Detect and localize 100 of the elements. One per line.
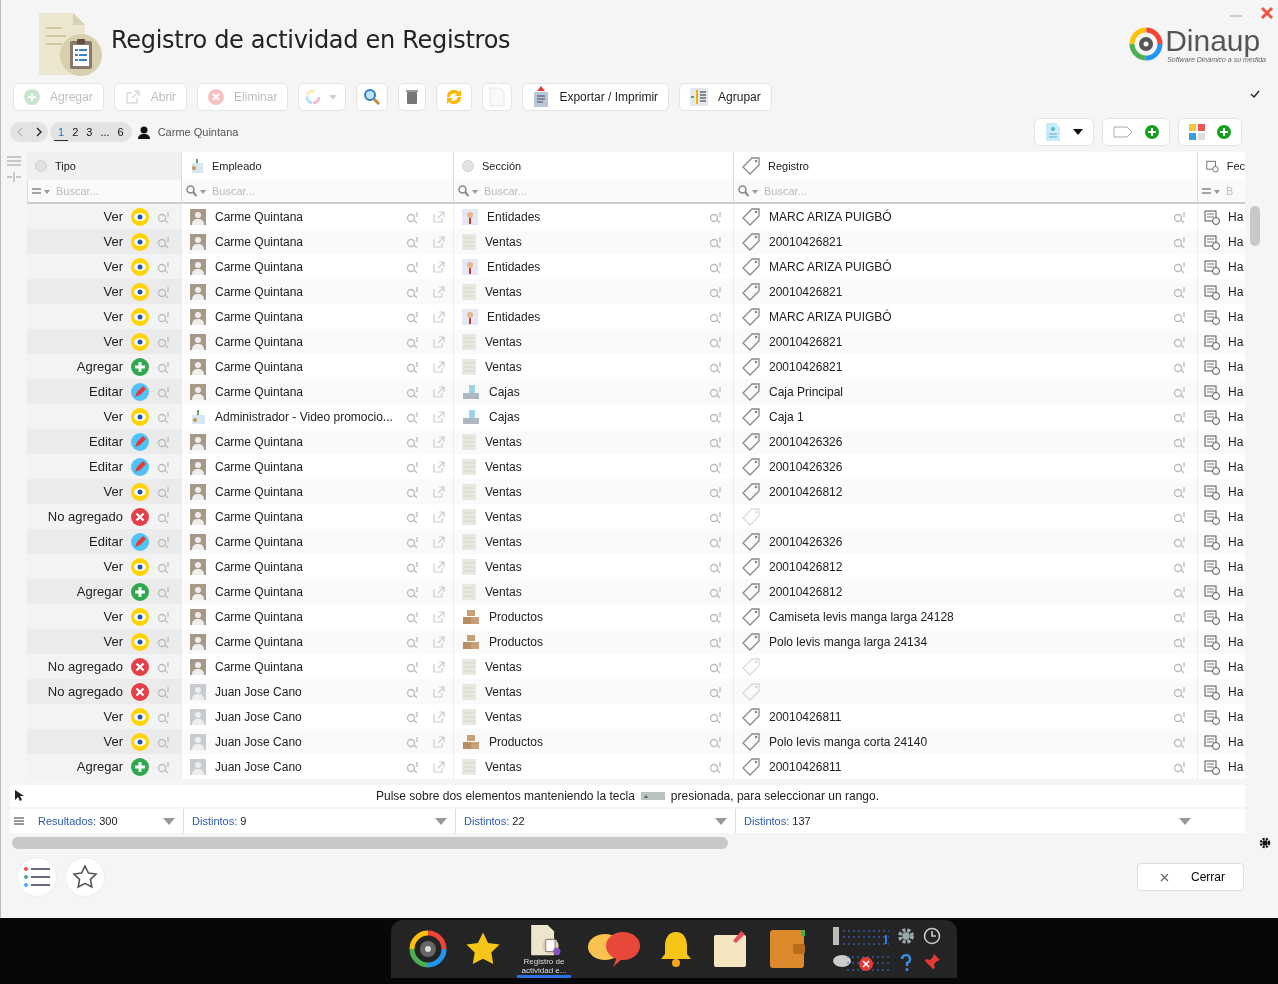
lookup-icon[interactable] [157,209,171,224]
lookup-icon[interactable] [709,334,723,349]
previous-icon[interactable] [15,127,24,137]
lookup-icon[interactable] [406,634,420,649]
lookup-icon[interactable] [709,709,723,724]
lookup-icon[interactable] [709,609,723,624]
settings-icon[interactable] [897,927,915,945]
filter-field[interactable]: Buscar... [56,182,181,200]
lookup-icon[interactable] [709,284,723,299]
column-filter[interactable]: B [1197,180,1245,204]
lookup-icon[interactable] [1173,734,1187,749]
lookup-icon[interactable] [709,484,723,499]
page-link[interactable]: ... [96,123,114,141]
minimize-icon[interactable] [1230,14,1242,18]
open-icon[interactable] [433,385,445,398]
lookup-icon[interactable] [157,234,171,249]
lookup-icon[interactable] [406,434,420,449]
lookup-icon[interactable] [1173,459,1187,474]
lookup-icon[interactable] [1173,659,1187,674]
open-icon[interactable] [433,235,445,248]
lookup-icon[interactable] [406,259,420,274]
clock-icon[interactable] [923,927,941,945]
lookup-icon[interactable] [157,309,171,324]
lookup-icon[interactable] [157,634,171,649]
lookup-icon[interactable] [1173,309,1187,324]
lookup-icon[interactable] [1173,384,1187,399]
lookup-icon[interactable] [406,509,420,524]
search-filter-icon[interactable] [458,185,478,197]
open-icon[interactable] [433,560,445,573]
lookup-icon[interactable] [157,534,171,549]
scrollbar-thumb[interactable] [1250,206,1260,246]
open-icon[interactable] [433,510,445,523]
open-icon[interactable] [433,685,445,698]
lookup-icon[interactable] [709,634,723,649]
list-icon[interactable] [14,817,24,825]
open-icon[interactable] [433,410,445,423]
lookup-icon[interactable] [406,734,420,749]
lookup-icon[interactable] [1173,559,1187,574]
lookup-icon[interactable] [709,309,723,324]
lookup-icon[interactable] [1173,684,1187,699]
lookup-icon[interactable] [157,709,171,724]
lookup-icon[interactable] [157,484,171,499]
lookup-icon[interactable] [1173,509,1187,524]
lookup-icon[interactable] [157,759,171,774]
lookup-icon[interactable] [1173,634,1187,649]
lookup-icon[interactable] [157,609,171,624]
lookup-icon[interactable] [157,459,171,474]
column-header[interactable]: Sección [482,160,522,172]
lookup-icon[interactable] [406,759,420,774]
lookup-icon[interactable] [157,659,171,674]
lookup-icon[interactable] [157,259,171,274]
lookup-icon[interactable] [1173,259,1187,274]
dropdown-icon[interactable] [163,817,175,825]
open-icon[interactable] [433,585,445,598]
lookup-icon[interactable] [157,559,171,574]
lookup-icon[interactable] [157,334,171,349]
lookup-icon[interactable] [1173,284,1187,299]
open-icon[interactable] [433,710,445,723]
lookup-icon[interactable] [709,509,723,524]
open-icon[interactable] [433,660,445,673]
rows-icon[interactable] [7,156,21,166]
lookup-icon[interactable] [709,259,723,274]
lookup-icon[interactable] [406,709,420,724]
close-icon[interactable] [1260,6,1274,20]
column-filter[interactable]: Buscar... [181,180,453,204]
lookup-icon[interactable] [157,384,171,399]
lookup-icon[interactable] [157,684,171,699]
equals-filter-icon[interactable] [32,187,50,195]
lookup-icon[interactable] [709,209,723,224]
favorite-button[interactable] [65,857,105,897]
scrollbar-thumb[interactable] [12,837,728,849]
column-header[interactable]: Empleado [212,160,262,172]
dropdown-icon[interactable] [1179,817,1191,825]
lookup-icon[interactable] [1173,584,1187,599]
lookup-icon[interactable] [1173,609,1187,624]
equals-filter-icon[interactable] [1202,187,1220,195]
lookup-icon[interactable] [157,734,171,749]
lookup-icon[interactable] [1173,709,1187,724]
settings-icon[interactable] [1259,837,1271,849]
lookup-icon[interactable] [406,359,420,374]
lookup-icon[interactable] [406,309,420,324]
lookup-icon[interactable] [406,209,420,224]
column-header[interactable]: Registro [768,160,809,172]
lookup-icon[interactable] [709,659,723,674]
filter-field[interactable]: B [1226,182,1245,200]
open-icon[interactable] [433,760,445,773]
lookup-icon[interactable] [406,234,420,249]
open-icon[interactable] [433,260,445,273]
search-button[interactable] [356,83,389,111]
dropdown-icon[interactable] [435,817,447,825]
filter-field[interactable]: Buscar... [484,182,733,200]
check-icon[interactable] [1250,90,1260,98]
lookup-icon[interactable] [1173,759,1187,774]
lookup-icon[interactable] [1173,534,1187,549]
open-icon[interactable] [433,460,445,473]
lookup-icon[interactable] [406,559,420,574]
column-header[interactable]: Tipo [55,160,76,172]
open-icon[interactable] [433,360,445,373]
group-button[interactable]: Agrupar [679,83,772,111]
lookup-icon[interactable] [406,584,420,599]
